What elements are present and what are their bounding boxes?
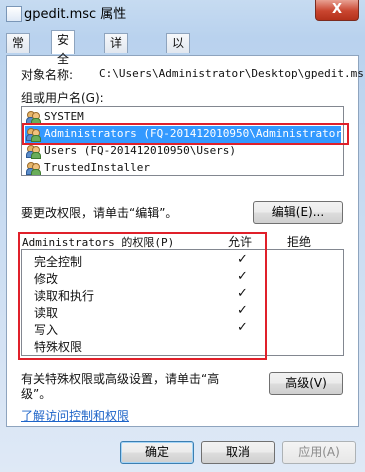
list-item-label: Administrators (FQ-201412010950\Administ… bbox=[44, 127, 344, 140]
table-row: 读取 ✓ bbox=[22, 303, 341, 320]
tab-details[interactable]: 详细信息 bbox=[104, 33, 129, 107]
list-item-label: TrustedInstaller bbox=[44, 161, 150, 174]
check-icon: ✓ bbox=[237, 269, 248, 284]
check-icon: ✓ bbox=[237, 252, 248, 267]
window-title: gpedit.msc 属性 bbox=[24, 7, 127, 22]
table-row: 修改 ✓ bbox=[22, 269, 341, 286]
permission-name: 读取和执行 bbox=[34, 289, 95, 303]
permissions-table: 完全控制 ✓ 修改 ✓ 读取和执行 ✓ 读取 ✓ 写入 ✓ 特殊权限 bbox=[21, 249, 344, 356]
permission-name: 读取 bbox=[34, 306, 59, 320]
list-item[interactable]: SYSTEM bbox=[25, 109, 341, 126]
permission-name: 修改 bbox=[34, 272, 59, 286]
groups-listbox[interactable]: SYSTEM Administrators (FQ-201412010950\A… bbox=[21, 106, 344, 176]
advanced-prompt-line2: 级”。 bbox=[21, 387, 52, 401]
permissions-title: Administrators 的权限(P) bbox=[22, 236, 175, 249]
permissions-header: Administrators 的权限(P) 允许 拒绝 bbox=[21, 233, 342, 249]
table-row: 写入 ✓ bbox=[22, 320, 341, 337]
user-group-icon bbox=[26, 145, 41, 159]
list-item[interactable]: TrustedInstaller bbox=[25, 160, 341, 175]
document-icon bbox=[6, 6, 22, 22]
close-button[interactable]: X bbox=[315, 0, 359, 21]
list-item-label: Users (FQ-201412010950\Users) bbox=[44, 144, 237, 157]
check-icon: ✓ bbox=[237, 320, 248, 335]
permission-name: 完全控制 bbox=[34, 255, 83, 269]
tab-previous-versions[interactable]: 以前的版本 bbox=[166, 33, 191, 126]
user-group-icon bbox=[26, 111, 41, 125]
list-item-selected[interactable]: Administrators (FQ-201412010950\Administ… bbox=[25, 126, 344, 143]
groups-label: 组或用户名(G): bbox=[21, 91, 104, 105]
edit-button[interactable]: 编辑(E)... bbox=[253, 201, 343, 224]
cancel-button[interactable]: 取消 bbox=[201, 441, 275, 464]
tab-security[interactable]: 安全 bbox=[51, 30, 76, 66]
list-item-label: SYSTEM bbox=[44, 110, 84, 123]
object-name-value: C:\Users\Administrator\Desktop\gpedit.ms bbox=[99, 67, 364, 80]
apply-button[interactable]: 应用(A) bbox=[282, 441, 356, 464]
deny-column-header: 拒绝 bbox=[287, 235, 312, 249]
tab-general[interactable]: 常规 bbox=[6, 33, 31, 69]
user-group-icon bbox=[26, 162, 41, 175]
table-row: 完全控制 ✓ bbox=[22, 252, 341, 269]
list-item[interactable]: Users (FQ-201412010950\Users) bbox=[25, 143, 341, 160]
permission-name: 特殊权限 bbox=[34, 340, 83, 354]
check-icon: ✓ bbox=[237, 286, 248, 301]
user-group-icon bbox=[26, 128, 41, 142]
help-link[interactable]: 了解访问控制和权限 bbox=[21, 407, 129, 424]
security-panel: 对象名称: C:\Users\Administrator\Desktop\gpe… bbox=[6, 55, 364, 427]
ok-button[interactable]: 确定 bbox=[120, 441, 194, 464]
permission-name: 写入 bbox=[34, 323, 59, 337]
title-bar: gpedit.msc 属性 X bbox=[0, 0, 365, 30]
table-row: 特殊权限 bbox=[22, 338, 341, 354]
check-icon: ✓ bbox=[237, 303, 248, 318]
table-row: 读取和执行 ✓ bbox=[22, 286, 341, 303]
advanced-button[interactable]: 高级(V) bbox=[269, 372, 343, 395]
edit-prompt: 要更改权限，请单击“编辑”。 bbox=[21, 206, 178, 220]
allow-column-header: 允许 bbox=[228, 235, 253, 249]
